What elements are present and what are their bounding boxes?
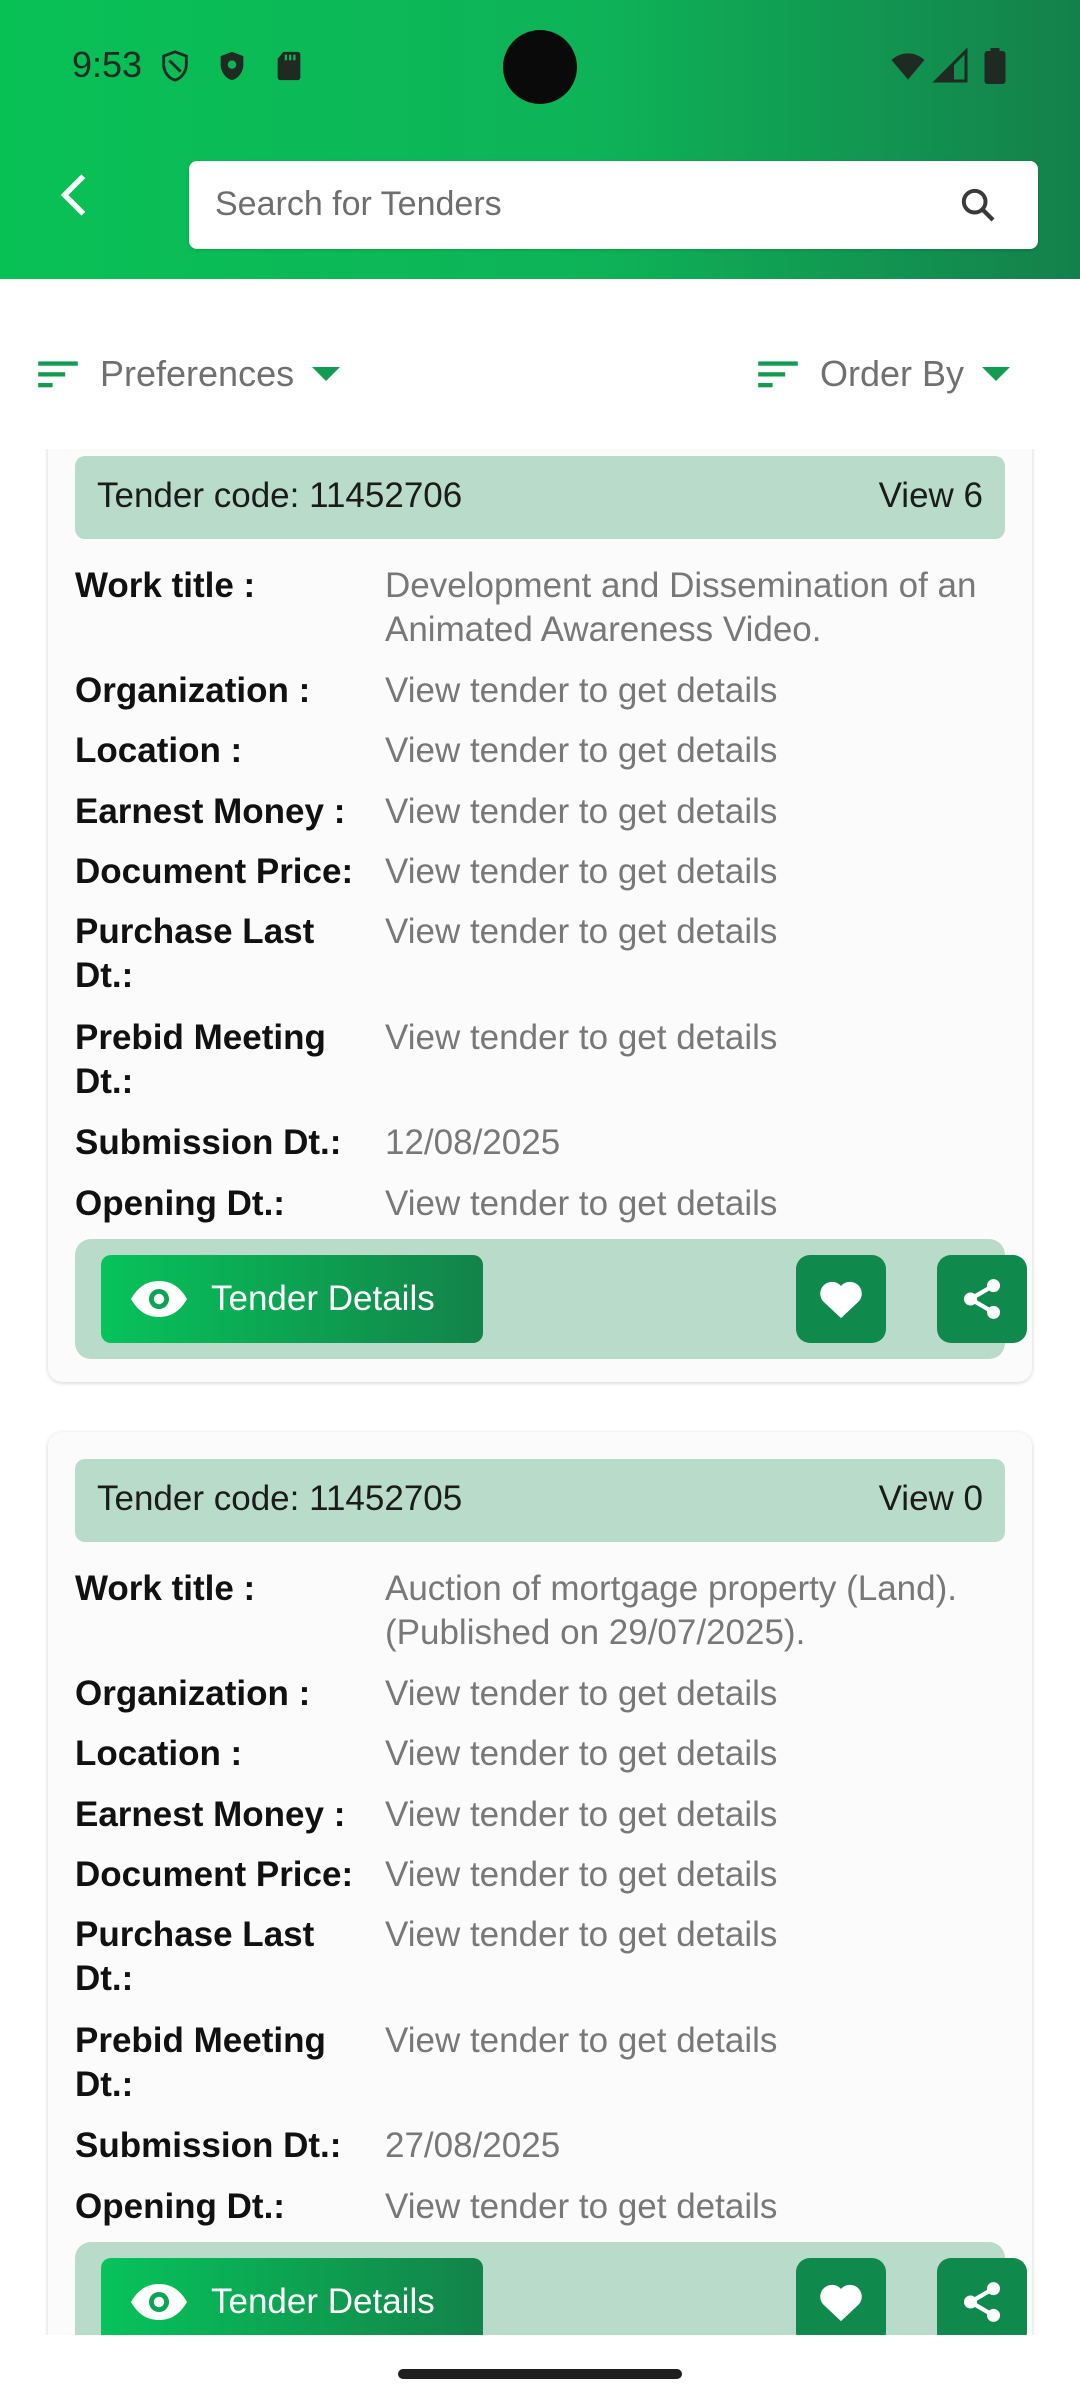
field-label: Earnest Money : xyxy=(75,792,346,831)
tender-details-button[interactable]: Tender Details xyxy=(101,1255,483,1343)
sort-icon xyxy=(38,361,78,388)
field-value: View tender to get details xyxy=(385,1674,778,1713)
status-time: 9:53 xyxy=(72,44,143,85)
field-label: Prebid Meeting Dt.: xyxy=(75,2021,326,2104)
field-value: View tender to get details xyxy=(385,1018,778,1057)
field-value: View tender to get details xyxy=(385,671,778,710)
share-button[interactable] xyxy=(937,1255,1027,1343)
tender-card: Tender code: 11452706 View 6 Work title … xyxy=(48,449,1032,1382)
field-value: 12/08/2025 xyxy=(385,1123,561,1162)
view-count: View 6 xyxy=(878,476,983,515)
wifi-icon xyxy=(891,53,925,80)
search-icon[interactable] xyxy=(958,185,998,225)
order-by-label: Order By xyxy=(820,353,965,394)
eye-icon xyxy=(131,2284,187,2320)
field-label: Submission Dt.: xyxy=(75,2126,342,2165)
field-value: View tender to get details xyxy=(385,1184,778,1223)
app-header: 9:53 Search for Tenders xyxy=(0,0,1080,279)
search-bar[interactable]: Search for Tenders xyxy=(189,161,1038,249)
field-label: Purchase Last Dt.: xyxy=(75,912,315,995)
tender-list[interactable]: Tender code: 11452706 View 6 Work title … xyxy=(0,449,1080,2335)
chevron-down-icon xyxy=(982,367,1011,381)
field-value: View tender to get details xyxy=(385,852,778,891)
heart-icon xyxy=(820,2284,862,2322)
field-value: View tender to get details xyxy=(385,2021,778,2060)
chevron-down-icon xyxy=(312,367,341,381)
card-actions: Tender Details xyxy=(75,2242,1027,2335)
field-label: Purchase Last Dt.: xyxy=(75,1915,315,1998)
front-camera xyxy=(503,30,577,104)
field-value: View tender to get details xyxy=(385,1795,778,1834)
field-value: Auction of mortgage property (Land). (Pu… xyxy=(385,1569,957,1652)
arrow-back-icon[interactable] xyxy=(50,170,100,220)
tender-code: Tender code: 11452705 xyxy=(97,1479,463,1518)
order-by-dropdown[interactable]: Order By xyxy=(756,349,1011,399)
field-label: Document Price: xyxy=(75,852,354,891)
field-value: View tender to get details xyxy=(385,1915,778,1954)
field-label: Work title : xyxy=(75,1569,256,1608)
eye-icon xyxy=(131,1281,187,1317)
field-value: View tender to get details xyxy=(385,2187,778,2226)
field-value: Development and Dissemination of an Anim… xyxy=(385,566,977,649)
field-label: Opening Dt.: xyxy=(75,2187,285,2226)
search-input[interactable]: Search for Tenders xyxy=(215,185,502,224)
cell-signal-icon xyxy=(932,48,968,83)
gesture-navigation-bar xyxy=(0,2335,1080,2400)
home-handle[interactable] xyxy=(398,2369,682,2379)
share-icon xyxy=(963,1279,1001,1319)
preferences-dropdown[interactable]: Preferences xyxy=(36,349,341,399)
tender-details-label: Tender Details xyxy=(211,1279,435,1318)
field-value: View tender to get details xyxy=(385,1734,778,1773)
view-count: View 0 xyxy=(878,1479,983,1518)
tender-code-bar: Tender code: 11452705 View 0 xyxy=(75,1459,1005,1542)
sd-card-icon xyxy=(277,51,301,81)
tender-card: Tender code: 11452705 View 0 Work title … xyxy=(48,1432,1032,2335)
filter-bar: Preferences Order By xyxy=(0,279,1080,449)
preferences-label: Preferences xyxy=(100,353,295,394)
tender-code-bar: Tender code: 11452706 View 6 xyxy=(75,456,1005,539)
favorite-button[interactable] xyxy=(796,2258,886,2335)
field-label: Organization : xyxy=(75,671,311,710)
field-label: Location : xyxy=(75,1734,243,1773)
field-label: Prebid Meeting Dt.: xyxy=(75,1018,326,1101)
field-label: Earnest Money : xyxy=(75,1795,346,1834)
field-value: View tender to get details xyxy=(385,1855,778,1894)
field-value: View tender to get details xyxy=(385,792,778,831)
field-label: Submission Dt.: xyxy=(75,1123,342,1162)
tender-code: Tender code: 11452706 xyxy=(97,476,463,515)
field-value: View tender to get details xyxy=(385,731,778,770)
share-icon xyxy=(963,2282,1001,2322)
field-label: Location : xyxy=(75,731,243,770)
field-label: Work title : xyxy=(75,566,256,605)
field-value: View tender to get details xyxy=(385,912,778,951)
shield-filled-icon xyxy=(220,51,244,81)
field-label: Organization : xyxy=(75,1674,311,1713)
shield-outline-icon xyxy=(162,50,188,82)
heart-icon xyxy=(820,1281,862,1319)
sort-icon xyxy=(758,361,798,388)
favorite-button[interactable] xyxy=(796,1255,886,1343)
tender-details-button[interactable]: Tender Details xyxy=(101,2258,483,2335)
field-value: 27/08/2025 xyxy=(385,2126,561,2165)
share-button[interactable] xyxy=(937,2258,1027,2335)
field-label: Document Price: xyxy=(75,1855,354,1894)
battery-icon xyxy=(984,48,1006,84)
tender-details-label: Tender Details xyxy=(211,2282,435,2321)
field-label: Opening Dt.: xyxy=(75,1184,285,1223)
card-actions: Tender Details xyxy=(75,1239,1027,1359)
